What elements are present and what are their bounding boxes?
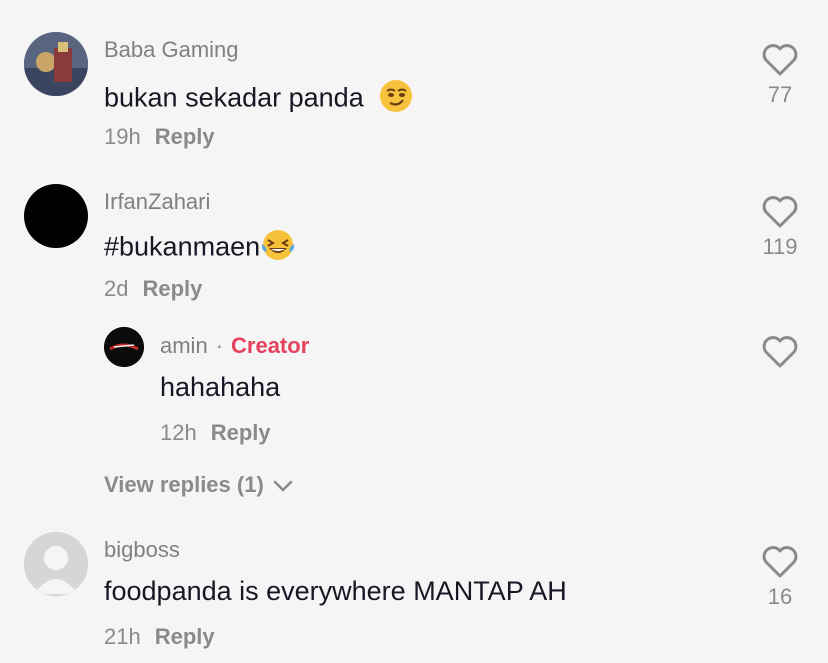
reply-avatar[interactable] <box>104 327 144 367</box>
like-count: 119 <box>762 234 798 259</box>
like-button[interactable]: 77 <box>750 44 810 108</box>
reply-button[interactable]: Reply <box>155 624 215 649</box>
reply-username-line: amin · Creator <box>160 333 309 359</box>
comment-text: foodpanda is everywhere MANTAP AH <box>104 576 567 606</box>
reply-like-button[interactable] <box>750 336 810 368</box>
comment-text-content: bukan sekadar panda <box>104 82 364 113</box>
view-replies-button[interactable]: View replies (1) <box>104 472 294 498</box>
avatar[interactable] <box>24 32 88 96</box>
reply-time: 12h <box>160 420 197 445</box>
heart-icon <box>762 336 798 368</box>
comment-time: 21h <box>104 624 141 649</box>
like-count: 77 <box>767 82 793 107</box>
heart-icon <box>762 196 798 228</box>
reply-button[interactable]: Reply <box>142 276 202 301</box>
like-button[interactable]: 16 <box>750 546 810 610</box>
creator-badge: Creator <box>231 333 310 358</box>
reply-username[interactable]: amin <box>160 333 208 358</box>
like-count: 16 <box>767 584 793 609</box>
comment-text: bukan sekadar panda <box>104 79 413 120</box>
heart-icon <box>762 546 798 578</box>
comment-meta: 21h Reply <box>104 624 215 650</box>
comment-username[interactable]: IrfanZahari <box>104 189 210 215</box>
comment-username[interactable]: Baba Gaming <box>104 37 239 63</box>
comment-time: 2d <box>104 276 129 301</box>
view-replies-label: View replies (1) <box>104 472 264 497</box>
laughing-tears-emoji-icon <box>260 228 296 269</box>
default-avatar-icon <box>24 532 88 596</box>
reply-text: hahahaha <box>160 372 281 402</box>
comment-username[interactable]: bigboss <box>104 537 180 563</box>
reply-button[interactable]: Reply <box>211 420 271 445</box>
separator-dot: · <box>215 333 224 358</box>
like-button[interactable]: 119 <box>750 196 810 260</box>
comment-meta: 2d Reply <box>104 276 202 302</box>
comment-text-content: #bukanmaen <box>104 231 261 262</box>
comment-text: #bukanmaen <box>104 228 296 269</box>
avatar[interactable] <box>24 532 88 596</box>
chevron-down-icon <box>273 480 293 492</box>
heart-icon <box>762 44 798 76</box>
reply-meta: 12h Reply <box>160 420 271 446</box>
comment-meta: 19h Reply <box>104 124 215 150</box>
comment-time: 19h <box>104 124 141 149</box>
avatar[interactable] <box>24 184 88 248</box>
reply-button[interactable]: Reply <box>155 124 215 149</box>
smirk-emoji-icon <box>379 79 413 120</box>
